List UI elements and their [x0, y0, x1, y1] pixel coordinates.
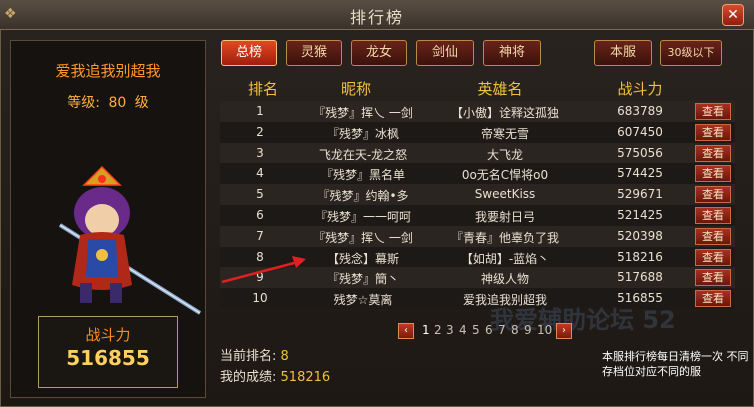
nickname-cell: 残梦☆莫离	[333, 293, 393, 308]
rank-cell: 2	[256, 124, 264, 139]
page-number[interactable]: 1	[422, 323, 430, 337]
level-label: 等级:	[67, 95, 100, 111]
level-suffix: 级	[134, 95, 149, 111]
rank-cell: 7	[256, 228, 264, 243]
page-number[interactable]: 5	[472, 323, 480, 337]
table-row: 3 飞龙在天-龙之怒 大飞龙 575056 查看	[220, 142, 735, 164]
my-score-label: 我的成绩:	[220, 370, 277, 385]
hero-name-cell: 我要射日弓	[474, 210, 535, 224]
nickname-cell: 『残梦』黑名单	[320, 168, 405, 183]
table-row: 6 『残梦』一一呵呵 我要射日弓 521425 查看	[220, 205, 735, 226]
prev-page-button[interactable]: ‹	[398, 323, 414, 339]
server-note: 本服排行榜每日清榜一次 不同存档位对应不同的服	[602, 350, 749, 378]
nickname-cell: 『残梦』簡丶	[326, 272, 399, 287]
close-button[interactable]: ✕	[722, 4, 744, 26]
hero-name-cell: 0o无名C悍将o0	[461, 168, 549, 183]
current-rank-label: 当前排名:	[220, 349, 277, 364]
page-number[interactable]: 7	[498, 323, 506, 337]
nickname-cell: 飞龙在天-龙之怒	[318, 147, 408, 162]
tab-overall[interactable]: 总榜	[221, 40, 277, 66]
view-button[interactable]: 查看	[695, 123, 731, 141]
header-nickname: 昵称	[340, 80, 371, 98]
power-cell: 529671	[617, 187, 663, 202]
page-number[interactable]: 4	[459, 323, 467, 337]
nickname-cell: 『残梦』约翰•多	[317, 189, 409, 204]
view-button[interactable]: 查看	[695, 269, 731, 287]
my-score: 我的成绩: 518216	[220, 366, 330, 385]
tab-this-server[interactable]: 本服	[594, 40, 652, 66]
nickname-cell: 『残梦』一一呵呵	[314, 210, 411, 224]
hero-name-cell: 『青春』他辜负了我	[450, 230, 559, 245]
hero-name-cell: 【小傲】诠释这孤独	[450, 106, 559, 120]
page-number[interactable]: 6	[485, 323, 493, 337]
tab-divine-general[interactable]: 神将	[483, 40, 541, 66]
header-hero-name: 英雄名	[477, 80, 523, 98]
page-number[interactable]: 8	[511, 323, 519, 337]
tab-monkey[interactable]: 灵猴	[286, 40, 342, 66]
power-label: 战斗力	[85, 326, 131, 344]
page-number[interactable]: 2	[434, 323, 442, 337]
red-arrow-annotation	[221, 256, 306, 284]
view-button[interactable]: 查看	[695, 290, 731, 308]
view-button[interactable]: 查看	[695, 144, 731, 162]
tab-below-30[interactable]: 30级以下	[660, 40, 722, 66]
my-score-value: 518216	[280, 370, 331, 385]
view-button[interactable]: 查看	[695, 165, 731, 183]
header-rank: 排名	[247, 80, 278, 98]
rank-cell: 4	[256, 166, 264, 181]
page-number[interactable]: 3	[446, 323, 454, 337]
window-title: 排行榜	[349, 8, 404, 27]
table-row: 1 『残梦』挥乀 一剑 【小傲】诠释这孤独 683789 查看	[220, 101, 735, 122]
power-cell: 517688	[617, 270, 663, 285]
hero-name-cell: 帝寒无雪	[480, 126, 529, 141]
nickname-cell: 『残梦』挥乀 一剑	[313, 230, 413, 245]
power-value: 516855	[66, 346, 150, 370]
table-row: 2 『残梦』冰枫 帝寒无雪 607450 查看	[220, 121, 735, 143]
hero-name-cell: 【如胡】-蓝焰丶	[460, 251, 550, 266]
rank-cell: 1	[256, 104, 264, 118]
power-cell: 574425	[617, 166, 663, 181]
rank-cell: 10	[252, 291, 268, 306]
level-value: 80	[108, 95, 127, 111]
nickname-cell: 【残念】幕斯	[326, 251, 399, 266]
hero-level: 等级: 80 级	[10, 92, 206, 112]
power-cell: 521425	[617, 208, 663, 222]
table-row: 5 『残梦』约翰•多 SweetKiss 529671 查看	[220, 184, 735, 206]
view-button[interactable]: 查看	[695, 227, 731, 245]
table-row: 7 『残梦』挥乀 一剑 『青春』他辜负了我 520398 查看	[220, 225, 735, 247]
power-cell: 607450	[617, 124, 663, 139]
hero-name: 爱我追我别超我	[55, 62, 161, 80]
view-button[interactable]: 查看	[695, 207, 731, 224]
table-row: 4 『残梦』黑名单 0o无名C悍将o0 574425 查看	[220, 163, 735, 185]
power-cell: 520398	[617, 228, 663, 243]
rank-cell: 6	[256, 208, 264, 222]
tab-dragon-girl[interactable]: 龙女	[351, 40, 407, 66]
page-number[interactable]: 9	[524, 323, 532, 337]
nickname-cell: 『残梦』挥乀 一剑	[313, 106, 413, 120]
view-button[interactable]: 查看	[695, 186, 731, 204]
hero-name-cell: 神级人物	[480, 272, 529, 287]
next-page-button[interactable]: ›	[556, 323, 572, 339]
power-cell: 575056	[617, 145, 663, 160]
current-rank: 当前排名: 8	[220, 345, 289, 364]
rank-cell: 5	[256, 187, 264, 202]
hero-name-cell: SweetKiss	[474, 187, 536, 202]
nickname-cell: 『残梦』冰枫	[326, 126, 399, 141]
power-cell: 518216	[617, 249, 663, 264]
current-rank-value: 8	[280, 349, 289, 364]
tab-sword-immortal[interactable]: 剑仙	[416, 40, 474, 66]
power-cell: 683789	[617, 104, 663, 118]
header-power: 战斗力	[617, 80, 663, 98]
view-button[interactable]: 查看	[695, 103, 731, 120]
hero-name-cell: 大飞龙	[486, 147, 523, 162]
hero-character-image	[58, 165, 202, 315]
page-number[interactable]: 10	[537, 323, 552, 337]
view-button[interactable]: 查看	[695, 248, 731, 266]
rank-cell: 3	[256, 145, 264, 160]
